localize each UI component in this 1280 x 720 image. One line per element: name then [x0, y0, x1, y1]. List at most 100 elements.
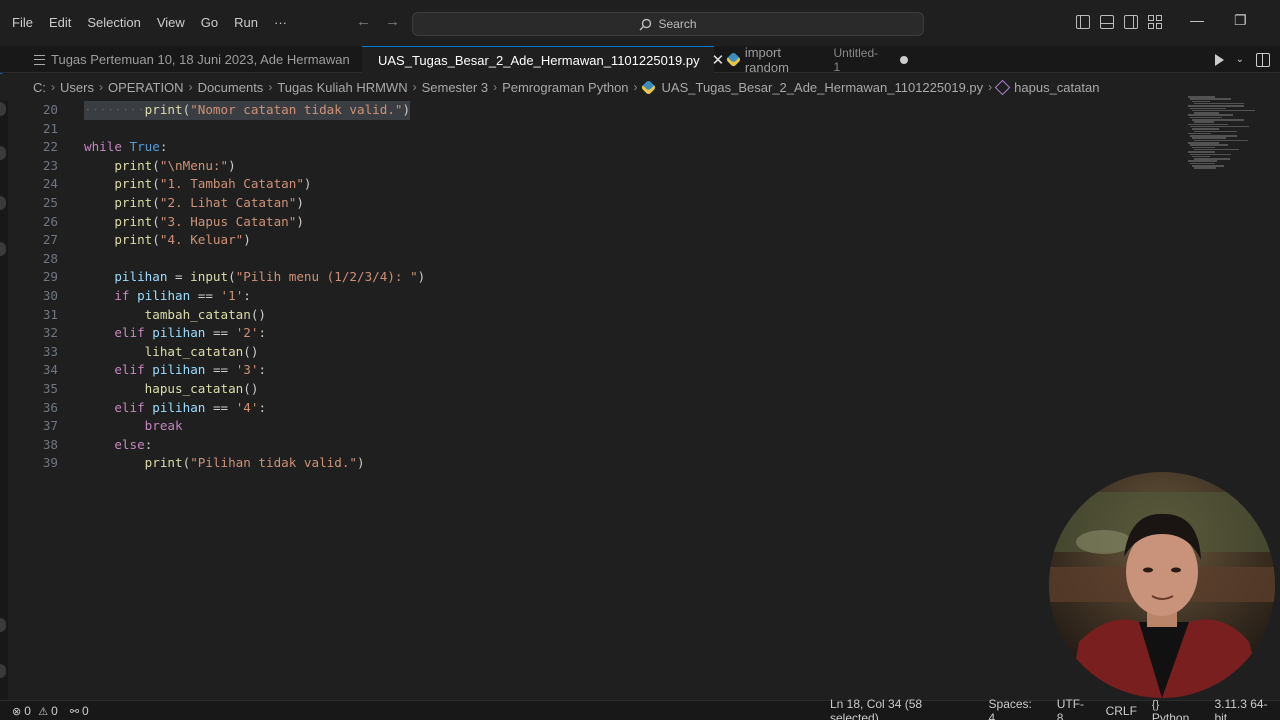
toggle-secondary-sidebar-icon[interactable] — [1124, 15, 1138, 29]
code-line[interactable]: 28 — [8, 250, 1168, 269]
line-number: 35 — [42, 381, 58, 396]
menu-edit[interactable]: Edit — [41, 0, 79, 46]
code-line[interactable]: 26 print("3. Hapus Catatan") — [8, 213, 1168, 232]
code-line[interactable]: 30 if pilihan == '1': — [8, 287, 1168, 306]
code-token: if — [114, 288, 130, 303]
menu-selection[interactable]: Selection — [79, 0, 148, 46]
menu-run[interactable]: Run — [226, 0, 266, 46]
menu-file[interactable]: File — [4, 0, 41, 46]
code-text: if pilihan == '1': — [84, 287, 251, 306]
breadcrumb-item[interactable]: Users — [60, 80, 94, 95]
code-line[interactable]: 29 pilihan = input("Pilih menu (1/2/3/4)… — [8, 268, 1168, 287]
code-line[interactable]: 38 else: — [8, 436, 1168, 455]
run-python-file-icon[interactable] — [1214, 53, 1224, 66]
code-token: print — [114, 213, 153, 229]
code-line[interactable]: 20 ········print("Nomor catatan tidak val… — [8, 101, 1168, 120]
minimize-icon[interactable]: — — [1190, 12, 1204, 29]
breadcrumb-item[interactable]: Tugas Kuliah HRMWN — [277, 80, 407, 95]
code-token: break — [144, 418, 183, 434]
tab-tugas-pertemuan[interactable]: Tugas Pertemuan 10, 18 Juni 2023, Ade He… — [24, 46, 360, 73]
code-line[interactable]: 32 elif pilihan == '2': — [8, 324, 1168, 343]
code-token: ) — [402, 102, 411, 117]
tab-label: Tugas Pertemuan 10, 18 Juni 2023, Ade He… — [51, 52, 350, 67]
end-of-line[interactable]: CRLF — [1106, 704, 1137, 718]
code-editor[interactable]: 20 ········print("Nomor catatan tidak val… — [8, 100, 1180, 700]
toggle-panel-icon[interactable] — [1100, 15, 1114, 29]
toggle-primary-sidebar-icon[interactable] — [1076, 15, 1090, 29]
unsaved-dot-icon[interactable] — [900, 55, 908, 64]
indentation[interactable]: Spaces: 4 — [989, 697, 1042, 720]
code-token: ( — [152, 157, 160, 173]
code-token: ) — [303, 176, 312, 192]
code-line[interactable]: 23 print("\nMenu:") — [8, 157, 1168, 176]
ports-status[interactable]: ⚯ 0 — [70, 704, 89, 718]
line-number: 31 — [42, 306, 58, 322]
restore-icon[interactable]: ❐ — [1234, 12, 1247, 29]
code-line[interactable]: 33 lihat_catatan() — [8, 343, 1168, 362]
menu-more[interactable]: ··· — [266, 0, 295, 46]
line-number: 26 — [42, 213, 58, 229]
cursor-position[interactable]: Ln 18, Col 34 (58 selected) — [830, 697, 974, 720]
tab-uas-tugas-besar[interactable]: UAS_Tugas_Besar_2_Ade_Hermawan_110122501… — [362, 46, 724, 73]
code-token: "3. Hapus Catatan" — [159, 213, 297, 229]
code-token: : — [258, 325, 267, 341]
menu-go[interactable]: Go — [193, 0, 226, 46]
line-number: 27 — [42, 232, 58, 248]
code-token: ) — [243, 232, 251, 248]
code-line[interactable]: 36 elif pilihan == '4': — [8, 399, 1168, 418]
code-text: print("4. Keluar") — [84, 231, 251, 250]
code-line[interactable]: 31 tambah_catatan() — [8, 306, 1168, 325]
chevron-right-icon: › — [412, 80, 417, 94]
code-line[interactable]: 35 hapus_catatan() — [8, 380, 1168, 399]
back-arrow-icon[interactable]: ← — [356, 13, 371, 30]
code-line[interactable]: 25 print("2. Lihat Catatan") — [8, 194, 1168, 213]
minimap-line — [1190, 144, 1228, 146]
activity-item-icon[interactable] — [0, 102, 6, 116]
menu-view[interactable]: View — [149, 0, 193, 46]
encoding[interactable]: UTF-8 — [1057, 697, 1091, 720]
code-text: hapus_catatan() — [84, 380, 259, 399]
line-number: 22 — [42, 139, 58, 155]
code-line[interactable]: 27 print("4. Keluar") — [8, 231, 1168, 250]
code-token: : — [258, 399, 267, 415]
code-text: ········print("Nomor catatan tidak valid… — [84, 101, 411, 120]
minimap-line — [1190, 153, 1232, 155]
code-line[interactable]: 37 break — [8, 417, 1168, 436]
breadcrumb-item[interactable]: OPERATION — [108, 80, 184, 95]
language-mode[interactable]: {}Python — [1152, 697, 1200, 720]
code-token: elif — [114, 362, 145, 378]
command-center-search[interactable]: Search — [412, 12, 924, 36]
code-line[interactable]: 22 while True: — [8, 138, 1168, 157]
breadcrumb-file[interactable]: UAS_Tugas_Besar_2_Ade_Hermawan_110122501… — [640, 79, 983, 95]
line-number: 21 — [42, 120, 58, 136]
code-line[interactable]: 34 elif pilihan == '3': — [8, 361, 1168, 380]
problems-status[interactable]: ⊗ 0 ⚠ 0 — [12, 704, 58, 718]
breadcrumb-symbol[interactable]: hapus_catatan — [994, 79, 1099, 95]
code-line[interactable]: 24 print("1. Tambah Catatan") — [8, 175, 1168, 194]
breadcrumb-item[interactable]: Documents — [198, 80, 264, 95]
manage-icon[interactable] — [0, 664, 6, 678]
activity-item-icon[interactable] — [0, 196, 6, 210]
code-line[interactable]: 39 print("Pilihan tidak valid.") — [8, 454, 1168, 473]
breadcrumb-item[interactable]: C: — [33, 80, 46, 95]
code-token: : — [258, 362, 267, 378]
split-editor-icon[interactable] — [1256, 52, 1270, 67]
code-token: ) — [417, 269, 426, 285]
minimap-line — [1192, 100, 1210, 103]
chevron-down-icon[interactable]: ⌄ — [1236, 54, 1244, 65]
breadcrumb-item[interactable]: Semester 3 — [422, 80, 488, 95]
forward-arrow-icon[interactable]: → — [385, 13, 400, 30]
breadcrumb-item[interactable]: Pemrograman Python — [502, 80, 628, 95]
activity-item-icon[interactable] — [0, 242, 6, 256]
editor-tab-bar: Tugas Pertemuan 10, 18 Juni 2023, Ade He… — [0, 45, 1280, 75]
line-number: 36 — [42, 399, 58, 415]
code-line[interactable]: 21 — [8, 120, 1168, 139]
accounts-icon[interactable] — [0, 618, 6, 632]
activity-item-icon[interactable] — [0, 146, 6, 160]
tab-untitled-1[interactable]: import random Untitled-1 — [718, 45, 918, 75]
minimap-line — [1190, 98, 1231, 100]
customize-layout-icon[interactable] — [1148, 15, 1162, 29]
python-interpreter[interactable]: 3.11.3 64-bit — [1214, 697, 1280, 720]
